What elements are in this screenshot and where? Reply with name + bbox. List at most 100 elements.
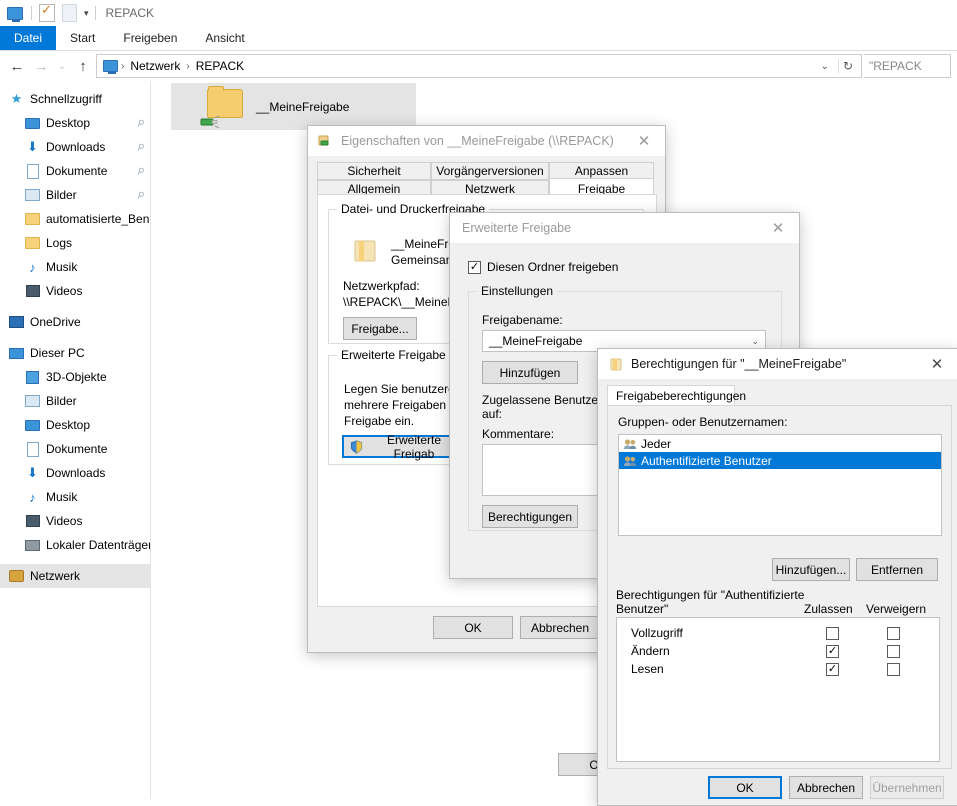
close-icon[interactable]: ✕ bbox=[623, 126, 665, 156]
tab-freigabeberechtigungen[interactable]: Freigabeberechtigungen bbox=[607, 385, 746, 406]
breadcrumb[interactable]: › Netzwerk › REPACK ⌄ ↻ bbox=[96, 54, 862, 78]
tab-sicherheit[interactable]: Sicherheit bbox=[317, 162, 431, 180]
chevron-down-icon[interactable]: ⌄ bbox=[815, 61, 835, 72]
computer-icon bbox=[8, 345, 25, 362]
group-names-listbox[interactable]: Jeder Authentifizierte Benutzer bbox=[618, 434, 942, 536]
window-title: REPACK bbox=[105, 6, 154, 20]
remove-user-button[interactable]: Entfernen bbox=[856, 558, 938, 581]
sidebar-item-onedrive[interactable]: OneDrive bbox=[0, 310, 150, 334]
sidebar-item-netzwerk[interactable]: Netzwerk bbox=[0, 564, 150, 588]
music-icon: ♪ bbox=[29, 489, 36, 505]
table-row[interactable]: Vollzugriff bbox=[617, 624, 939, 642]
deny-checkbox[interactable] bbox=[887, 662, 900, 676]
permissions-dialog[interactable]: Berechtigungen für "__MeineFreigabe" ✕ F… bbox=[597, 348, 957, 806]
sidebar-item-videos[interactable]: Videos bbox=[0, 279, 150, 303]
sidebar-item-label: Schnellzugriff bbox=[30, 92, 102, 106]
sidebar-item-logs[interactable]: Logs bbox=[0, 231, 150, 255]
pin-icon[interactable]: ⚲ bbox=[135, 189, 146, 202]
table-row[interactable]: Lesen ✓ bbox=[617, 660, 939, 678]
network-path-label: Netzwerkpfad: bbox=[343, 279, 420, 293]
refresh-icon[interactable]: ↻ bbox=[837, 59, 857, 73]
deny-cell[interactable] bbox=[863, 626, 924, 640]
documents-icon bbox=[24, 163, 41, 180]
sidebar-item-downloads[interactable]: ⬇ Downloads ⚲ bbox=[0, 135, 150, 159]
sidebar-item-automatisierte-benu[interactable]: automatisierte_Benu bbox=[0, 207, 150, 231]
properties-icon[interactable] bbox=[39, 2, 56, 22]
pictures-icon bbox=[24, 187, 41, 204]
allow-checkbox[interactable]: ✓ bbox=[826, 662, 839, 676]
share-folder-checkbox-box[interactable]: ✓ bbox=[468, 260, 481, 274]
properties-cancel-button[interactable]: Abbrechen bbox=[520, 616, 600, 639]
sidebar-item-label: Musik bbox=[46, 260, 78, 274]
allow-cell[interactable]: ✓ bbox=[802, 644, 863, 658]
deny-cell[interactable] bbox=[863, 644, 924, 658]
deny-cell[interactable] bbox=[863, 662, 924, 676]
sidebar-item-bilder[interactable]: Bilder bbox=[0, 389, 150, 413]
allow-cell[interactable]: ✓ bbox=[802, 662, 863, 676]
sidebar-item-label: Desktop bbox=[46, 418, 91, 432]
share-button[interactable]: Freigabe... bbox=[343, 317, 417, 340]
list-item[interactable]: Authentifizierte Benutzer bbox=[619, 452, 941, 469]
back-button[interactable]: ← bbox=[6, 55, 28, 77]
permissions-apply-button: Übernehmen bbox=[870, 776, 944, 799]
sidebar-item-desktop[interactable]: Desktop bbox=[0, 413, 150, 437]
allow-checkbox[interactable]: ✓ bbox=[826, 644, 839, 658]
deny-checkbox[interactable] bbox=[887, 644, 900, 658]
search-input[interactable]: "REPACK bbox=[864, 54, 951, 78]
sidebar-item-musik[interactable]: ♪ Musik bbox=[0, 485, 150, 509]
forward-button[interactable]: → bbox=[30, 55, 52, 77]
sidebar-item-musik[interactable]: ♪ Musik bbox=[0, 255, 150, 279]
permissions-ok-button[interactable]: OK bbox=[708, 776, 782, 799]
tab-vorgaengerversionen[interactable]: Vorgängerversionen bbox=[431, 162, 549, 180]
permissions-cancel-button[interactable]: Abbrechen bbox=[789, 776, 863, 799]
breadcrumb-item-repack[interactable]: REPACK bbox=[193, 59, 247, 73]
download-icon: ⬇ bbox=[27, 465, 38, 480]
sidebar-item-dokumente[interactable]: Dokumente bbox=[0, 437, 150, 461]
toolbar-divider-2 bbox=[94, 6, 96, 20]
sidebar-item-dieser-pc[interactable]: Dieser PC bbox=[0, 341, 150, 365]
file-item[interactable]: __MeineFreigabe bbox=[171, 83, 416, 130]
pin-icon[interactable]: ⚲ bbox=[135, 117, 146, 130]
sidebar-item-label: Bilder bbox=[46, 188, 77, 202]
permission-name: Vollzugriff bbox=[631, 626, 683, 640]
tab-freigeben[interactable]: Freigeben bbox=[109, 26, 191, 50]
list-item-label: Jeder bbox=[641, 436, 672, 451]
chevron-down-icon[interactable]: ⌄ bbox=[751, 336, 759, 347]
tab-start[interactable]: Start bbox=[56, 26, 109, 50]
sidebar-item-desktop[interactable]: Desktop ⚲ bbox=[0, 111, 150, 135]
folder-icon bbox=[608, 356, 624, 372]
permissions-button[interactable]: Berechtigungen bbox=[482, 505, 578, 528]
advanced-sharing-button-label: Erweiterte Freigab bbox=[386, 432, 442, 461]
add-user-button[interactable]: Hinzufügen... bbox=[772, 558, 850, 581]
sidebar-item-dokumente[interactable]: Dokumente ⚲ bbox=[0, 159, 150, 183]
close-icon[interactable]: ✕ bbox=[916, 349, 957, 379]
breadcrumb-item-netzwerk[interactable]: Netzwerk bbox=[127, 59, 183, 73]
pin-icon[interactable]: ⚲ bbox=[135, 165, 146, 178]
pin-icon[interactable]: ⚲ bbox=[135, 141, 146, 154]
close-icon[interactable]: ✕ bbox=[757, 213, 799, 243]
advanced-sharing-text-3: Freigabe ein. bbox=[344, 414, 415, 428]
sidebar-item-downloads[interactable]: ⬇ Downloads bbox=[0, 461, 150, 485]
list-item[interactable]: Jeder bbox=[619, 435, 941, 452]
sidebar-item-lokaler-datentr-ger[interactable]: Lokaler Datenträger bbox=[0, 533, 150, 557]
recent-locations-button[interactable]: ⌄ bbox=[54, 55, 70, 77]
tab-datei[interactable]: Datei bbox=[0, 26, 57, 50]
sidebar-item-bilder[interactable]: Bilder ⚲ bbox=[0, 183, 150, 207]
sidebar-item-videos[interactable]: Videos bbox=[0, 509, 150, 533]
properties-ok-button[interactable]: OK bbox=[433, 616, 513, 639]
tab-ansicht[interactable]: Ansicht bbox=[191, 26, 258, 50]
monitor-icon[interactable] bbox=[7, 5, 24, 22]
allow-checkbox[interactable] bbox=[826, 626, 839, 640]
sidebar-item-3d-objekte[interactable]: 3D-Objekte bbox=[0, 365, 150, 389]
customize-chevron-icon[interactable]: ▾ bbox=[84, 8, 89, 19]
allow-cell[interactable] bbox=[802, 626, 863, 640]
add-share-button[interactable]: Hinzufügen bbox=[482, 361, 578, 384]
deny-checkbox[interactable] bbox=[887, 626, 900, 640]
up-button[interactable]: ↑ bbox=[72, 55, 94, 77]
new-folder-icon[interactable] bbox=[62, 4, 79, 22]
sidebar-item-label: Dokumente bbox=[46, 442, 108, 456]
table-row[interactable]: Ändern ✓ bbox=[617, 642, 939, 660]
sidebar-item-schnellzugriff[interactable]: ★ Schnellzugriff bbox=[0, 87, 150, 111]
share-folder-checkbox[interactable]: ✓ Diesen Ordner freigeben bbox=[468, 260, 618, 274]
